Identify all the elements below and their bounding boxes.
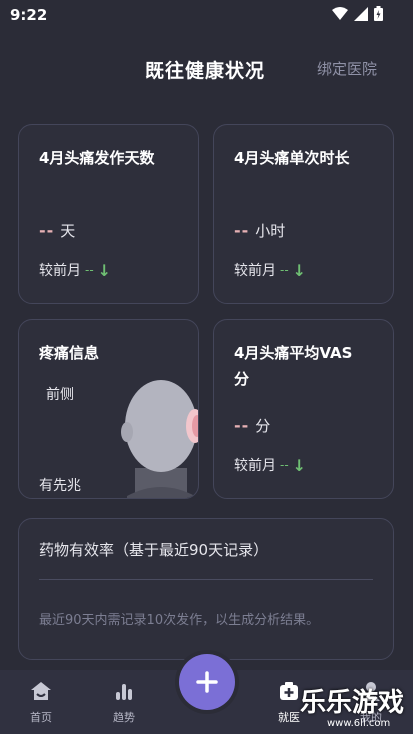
vas-title: 4月头痛平均VAS 分	[234, 340, 352, 392]
duration-compare: 较前月 -- ↓	[234, 260, 306, 280]
attack-days-value: --	[39, 221, 55, 240]
attack-days-unit: 天	[60, 222, 76, 240]
compare-label: 较前月	[39, 263, 81, 279]
compare-value: --	[280, 458, 289, 472]
duration-title: 4月头痛单次时长	[234, 149, 350, 167]
vas-title-line2: 分	[234, 370, 250, 388]
nav-home[interactable]: 首页	[16, 680, 66, 725]
watermark-text: 乐乐游戏	[300, 688, 405, 718]
status-icons	[332, 6, 383, 21]
nav-home-label: 首页	[30, 711, 52, 724]
add-record-button[interactable]	[179, 654, 235, 710]
compare-label: 较前月	[234, 458, 276, 474]
duration-value-row: -- 小时	[234, 220, 285, 241]
duration-card[interactable]: 4月头痛单次时长 -- 小时 较前月 -- ↓	[213, 124, 394, 304]
down-arrow-icon: ↓	[97, 260, 112, 280]
page-title: 既往健康状况	[145, 60, 266, 82]
attack-days-card[interactable]: 4月头痛发作天数 -- 天 较前月 -- ↓	[18, 124, 199, 304]
attack-days-title: 4月头痛发作天数	[39, 149, 155, 167]
pain-location-label: 前侧	[46, 387, 74, 403]
duration-unit: 小时	[255, 222, 286, 240]
page-header: 既往健康状况 绑定医院	[0, 48, 413, 88]
home-icon	[31, 682, 51, 700]
compare-value: --	[85, 263, 94, 277]
vas-card[interactable]: 4月头痛平均VAS 分 -- 分 较前月 -- ↓	[213, 319, 394, 499]
pain-info-card[interactable]: 疼痛信息 前侧 有先兆	[18, 319, 199, 499]
vas-compare: 较前月 -- ↓	[234, 455, 306, 475]
attack-days-compare: 较前月 -- ↓	[39, 260, 111, 280]
status-time: 9:22	[10, 6, 48, 24]
head-illustration-icon	[121, 380, 198, 498]
compare-label: 较前月	[234, 263, 276, 279]
battery-icon	[374, 6, 383, 21]
status-bar: 9:22	[0, 0, 413, 30]
bar-chart-icon	[116, 684, 132, 700]
plus-icon	[196, 671, 218, 693]
efficacy-note: 最近90天内需记录10次发作，以生成分析结果。	[39, 613, 320, 628]
drug-efficacy-card[interactable]: 药物有效率（基于最近90天记录） 最近90天内需记录10次发作，以生成分析结果。	[18, 518, 394, 660]
wifi-icon	[332, 6, 348, 20]
bind-hospital-button[interactable]: 绑定医院	[317, 58, 377, 79]
vas-title-line1: 4月头痛平均VAS	[234, 344, 353, 362]
nav-trend-label: 趋势	[113, 711, 135, 724]
attack-days-value-row: -- 天	[39, 220, 75, 241]
duration-value: --	[234, 221, 250, 240]
vas-value: --	[234, 416, 250, 435]
down-arrow-icon: ↓	[292, 455, 307, 475]
watermark-url: www.6ll.com	[327, 718, 391, 729]
compare-value: --	[280, 263, 289, 277]
signal-icon	[354, 6, 368, 21]
pain-info-title: 疼痛信息	[39, 344, 100, 362]
pain-aura-label: 有先兆	[39, 478, 81, 494]
vas-unit: 分	[255, 417, 271, 435]
watermark: 乐乐游戏 www.6ll.com	[272, 682, 413, 734]
down-arrow-icon: ↓	[292, 260, 307, 280]
nav-trend[interactable]: 趋势	[99, 680, 149, 725]
efficacy-title: 药物有效率（基于最近90天记录）	[39, 541, 269, 559]
divider	[39, 579, 373, 580]
vas-value-row: -- 分	[234, 415, 270, 436]
